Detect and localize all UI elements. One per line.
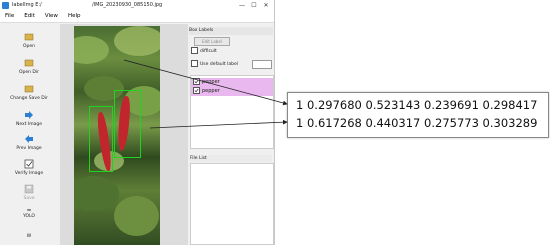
close-button[interactable]: ✕	[260, 0, 272, 11]
label-list: pepper pepper	[190, 75, 274, 149]
default-label-input[interactable]	[252, 60, 272, 69]
more-tools[interactable]: W	[0, 234, 58, 239]
change-save-dir-button[interactable]: Change Save Dir	[0, 84, 58, 101]
edit-label-text: Edit Label	[202, 39, 222, 44]
label-text: pepper	[202, 88, 220, 94]
format-button[interactable]: ≈ YOLO	[0, 207, 58, 219]
save-label: Save	[23, 196, 35, 201]
check-icon	[193, 78, 200, 85]
toolbar: Open Open Dir Change Save Dir Next Image…	[0, 24, 58, 245]
open-label: Open	[22, 44, 36, 49]
bounding-box[interactable]	[89, 106, 113, 172]
checkbox-icon	[191, 47, 198, 54]
file-title: /IMG_20230930_085150.jpg	[92, 2, 163, 8]
folder-icon	[24, 58, 34, 68]
yolo-annotation-box: 1 0.297680 0.523143 0.239691 0.298417 1 …	[287, 92, 549, 138]
use-default-label-checkbox[interactable]: Use default label	[191, 60, 238, 68]
menu-edit[interactable]: Edit	[24, 13, 35, 19]
yolo-line: 1 0.297680 0.523143 0.239691 0.298417	[296, 98, 538, 112]
file-list-title: File List	[190, 155, 272, 162]
open-dir-button[interactable]: Open Dir	[0, 58, 58, 75]
right-dock: Box Labels Edit Label difficult Use defa…	[188, 24, 274, 245]
folder-open-icon	[24, 32, 34, 42]
verify-image-label: Verify Image	[14, 171, 44, 176]
save-button[interactable]: Save	[0, 184, 58, 201]
save-icon	[24, 184, 34, 194]
list-item[interactable]: pepper	[191, 78, 273, 87]
prev-image-label: Prev Image	[16, 146, 42, 151]
menu-bar: File Edit View Help	[0, 11, 274, 23]
prev-image-button[interactable]: Prev Image	[0, 134, 58, 151]
next-image-button[interactable]: Next Image	[0, 110, 58, 127]
menu-help[interactable]: Help	[68, 13, 81, 19]
minimize-button[interactable]: —	[236, 0, 248, 11]
difficult-checkbox[interactable]: difficult	[191, 47, 217, 55]
more-tools-label: W	[26, 234, 32, 239]
box-labels-title: Box Labels	[189, 27, 273, 35]
maximize-button[interactable]: ☐	[248, 0, 260, 11]
change-save-dir-label: Change Save Dir	[10, 96, 48, 101]
open-dir-label: Open Dir	[18, 70, 39, 75]
arrow-right-icon	[24, 110, 34, 120]
pepper-photo	[74, 26, 160, 245]
next-image-label: Next Image	[15, 122, 42, 127]
label-text: pepper	[202, 79, 220, 85]
verify-image-button[interactable]: Verify Image	[0, 159, 58, 176]
app-icon	[2, 2, 9, 9]
menu-file[interactable]: File	[5, 13, 14, 19]
menu-view[interactable]: View	[45, 13, 58, 19]
checkbox-icon	[191, 60, 198, 67]
bounding-box[interactable]	[114, 90, 141, 158]
folder-save-icon	[24, 84, 34, 94]
use-default-label-text: Use default label	[200, 62, 238, 67]
open-button[interactable]: Open	[0, 32, 58, 49]
check-icon	[193, 87, 200, 94]
title-bar: labelImg E:/ /IMG_20230930_085150.jpg — …	[0, 0, 274, 11]
labelimg-window: labelImg E:/ /IMG_20230930_085150.jpg — …	[0, 0, 275, 245]
difficult-label: difficult	[200, 49, 217, 54]
arrow-left-icon	[24, 134, 34, 144]
format-icon: ≈	[26, 207, 32, 214]
list-item[interactable]: pepper	[191, 87, 273, 96]
yolo-line: 1 0.617268 0.440317 0.275773 0.303289	[296, 116, 538, 130]
app-title: labelImg E:/	[12, 2, 42, 8]
edit-label-button[interactable]: Edit Label	[194, 37, 230, 46]
file-list[interactable]	[190, 163, 274, 245]
checkbox-icon	[24, 159, 34, 169]
format-label: YOLO	[23, 214, 35, 219]
